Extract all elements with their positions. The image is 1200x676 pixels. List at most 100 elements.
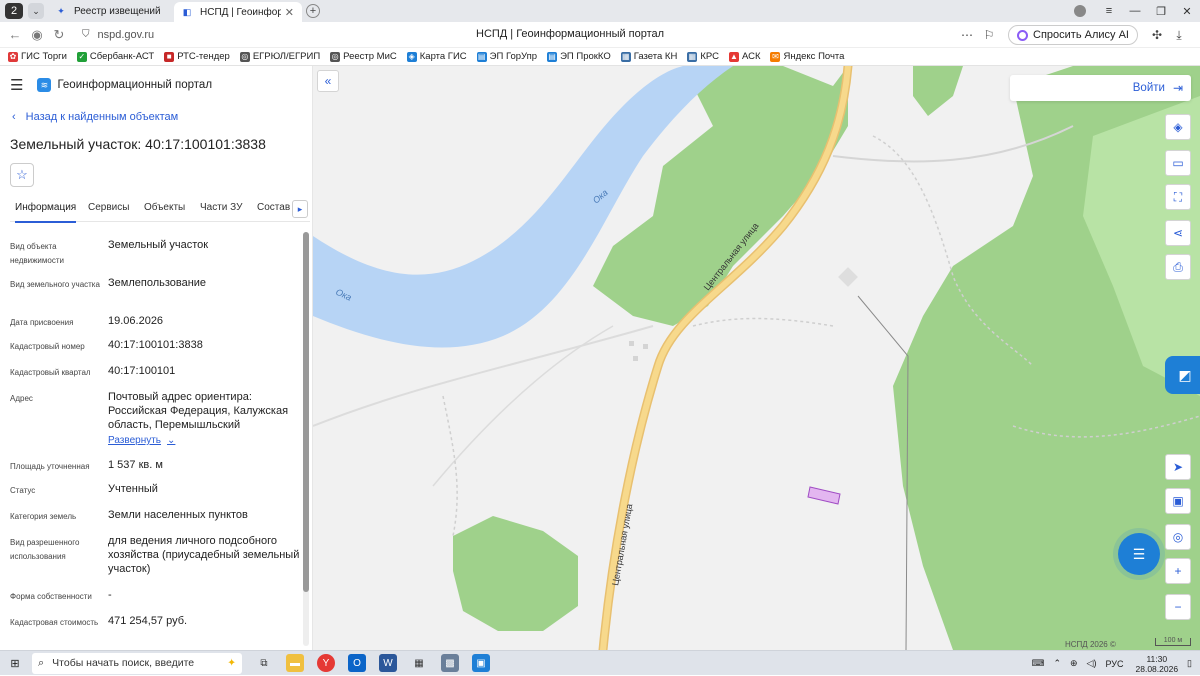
share-button[interactable]: ⋖ [1165,220,1191,246]
print-button[interactable]: ⎙ [1165,254,1191,280]
login-icon: ⇥ [1172,81,1183,95]
file-explorer-icon[interactable]: ▬ [286,654,304,672]
yandex-browser-icon[interactable]: Y [317,654,335,672]
tab-objects[interactable]: Объекты [144,202,185,213]
calculator-icon[interactable]: ▦ [410,654,428,672]
app-icon[interactable]: ▣ [472,654,490,672]
zoom-out-button[interactable]: − [1165,594,1191,620]
volume-icon[interactable]: ◁) [1087,658,1097,669]
more-icon[interactable]: ⋯ [956,28,978,42]
task-view-icon[interactable]: ⧉ [255,654,273,672]
chevron-down-icon[interactable]: ⌄ [28,3,44,19]
menu-icon[interactable]: ≡ [1096,5,1122,17]
bookmark-item[interactable]: ✿ ГИС Торги [8,51,67,62]
back-arrow-icon[interactable]: ← [4,27,26,42]
ask-alice-button[interactable]: Спросить Алису AI [1008,25,1138,45]
tab-parts[interactable]: Части ЗУ [200,202,242,213]
property-value: 40:17:100101 [108,365,176,377]
geolocate-button[interactable]: ➤ [1165,454,1191,480]
object-info-panel: ☰ ≋ Геоинформационный портал ‹ Назад к н… [0,66,313,650]
property-label: Вид земельного участка [10,280,100,289]
layers-button[interactable]: ◈ [1165,114,1191,140]
tab-count-badge[interactable]: 2 [5,3,23,19]
search-icon: ⌕ [38,656,45,669]
bookmark-item[interactable]: ■ РТС-тендер [164,51,230,62]
chevron-up-icon[interactable]: ⌃ [1053,658,1061,669]
bookmark-item[interactable]: ▤ ЭП ГорУпр [476,51,537,62]
keyboard-icon[interactable]: ⌨ [1031,658,1044,669]
favorite-star-button[interactable]: ☆ [10,163,34,187]
window-controls: ≡ — ❐ ✕ [1074,0,1200,22]
chat-support-button[interactable]: ☰ [1118,533,1160,575]
panel-scrollbar[interactable] [303,232,309,646]
address-bar: ← ◉ ↻ ⛉ nspd.gov.ru НСПД | Геоинформацио… [0,22,1200,48]
property-label: Статус [10,486,36,495]
property-value: 1 537 кв. м [108,459,163,471]
map-copyright: НСПД 2026 © [1065,640,1116,649]
tab-composition[interactable]: Состав [257,202,290,213]
bookmark-item[interactable]: ▦ Газета КН [620,51,677,62]
url-field[interactable]: ⛉ nspd.gov.ru [82,29,232,41]
services-side-tab[interactable]: ◩ [1165,356,1200,394]
track [692,317,834,327]
new-tab-button[interactable]: + [306,4,320,18]
expand-address-link[interactable]: Развернуть ⌄ [108,434,300,448]
close-window-icon[interactable]: ✕ [1174,5,1200,18]
property-value: 40:17:100101:3838 [108,339,203,351]
property-value: 471 254,57 руб. [108,615,188,627]
minimize-icon[interactable]: — [1122,5,1148,17]
taskbar: ⊞ ⌕ Чтобы начать поиск, введите ✦ ⧉ ▬ Y … [0,650,1200,675]
measure-button[interactable]: ▭ [1165,150,1191,176]
outlook-icon[interactable]: O [348,654,366,672]
app-icon[interactable]: ▩ [441,654,459,672]
refresh-icon[interactable]: ↻ [48,27,70,43]
zoom-in-button[interactable]: + [1165,558,1191,584]
hamburger-menu-icon[interactable]: ☰ [10,76,23,94]
download-icon[interactable]: ⤓ [1168,28,1190,43]
minimap-button[interactable]: ▣ [1165,488,1191,514]
back-to-results-link[interactable]: ‹ Назад к найденным объектам [12,111,178,123]
map-view[interactable]: Ока Ока Центральная улица Центральная ул… [313,66,1200,650]
profile-avatar[interactable] [1074,5,1086,17]
building [838,267,858,287]
clock[interactable]: 11:30 28.08.2026 [1136,654,1179,674]
scrollbar-thumb[interactable] [303,232,309,592]
login-button[interactable]: Войти ⇥ [1010,75,1191,101]
browser-tab[interactable]: ✦ Реестр извещений [48,1,170,21]
chevron-down-icon: ⌄ [167,435,176,446]
bookmark-item[interactable]: ▤ ЭП ПрокКО [547,51,611,62]
bookmark-item[interactable]: ✉ Яндекс Почта [770,51,844,62]
globe-icon[interactable]: ⊕ [1070,658,1078,669]
object-tabs: Информация Сервисы Объекты Части ЗУ Сост… [10,196,310,223]
tab-services[interactable]: Сервисы [88,202,129,213]
extensions-icon[interactable]: ✣ [1146,28,1168,42]
protect-icon[interactable]: ◉ [26,27,48,43]
language-indicator[interactable]: РУС [1105,659,1123,669]
close-icon[interactable]: ✕ [285,6,294,19]
bookmark-icon: ✓ [76,51,87,62]
taskbar-search-input[interactable]: ⌕ Чтобы начать поиск, введите ✦ [32,652,242,674]
windows-start-icon[interactable]: ⊞ [8,656,22,670]
notifications-icon[interactable]: ▯ [1187,658,1192,669]
chat-icon: ☰ [1132,545,1146,562]
collapse-panel-button[interactable]: « [317,70,339,92]
browser-tab-active[interactable]: ◧ НСПД | Геоинформацио ✕ [174,2,302,22]
bookmark-icon: ■ [164,51,175,62]
portal-header: ☰ ≋ Геоинформационный портал [10,76,212,94]
chevron-right-icon[interactable]: ▸ [292,200,308,218]
bookmark-item[interactable]: ◈ Карта ГИС [406,51,467,62]
bookmark-item[interactable]: ◎ ЕГРЮЛ/ЕГРИП [239,51,320,62]
bookmark-item[interactable]: ▦ КРС [687,51,719,62]
restore-icon[interactable]: ❐ [1148,5,1174,18]
location-pin-button[interactable]: ◎ [1165,524,1191,550]
bookmark-item[interactable]: ✓ Сбербанк-АСТ [76,51,154,62]
forest-area [913,66,963,116]
search-placeholder: Чтобы начать поиск, введите [52,657,195,669]
bookmark-icon[interactable]: ⚐ [978,28,1000,42]
tab-information[interactable]: Информация [15,202,77,223]
bookmark-item[interactable]: ▲ АСК [728,51,760,62]
word-icon[interactable]: W [379,654,397,672]
select-area-button[interactable]: ⛶ [1165,184,1191,210]
bookmark-item[interactable]: ◎ Реестр МиС [330,51,397,62]
property-label: Кадастровый квартал [10,368,91,377]
